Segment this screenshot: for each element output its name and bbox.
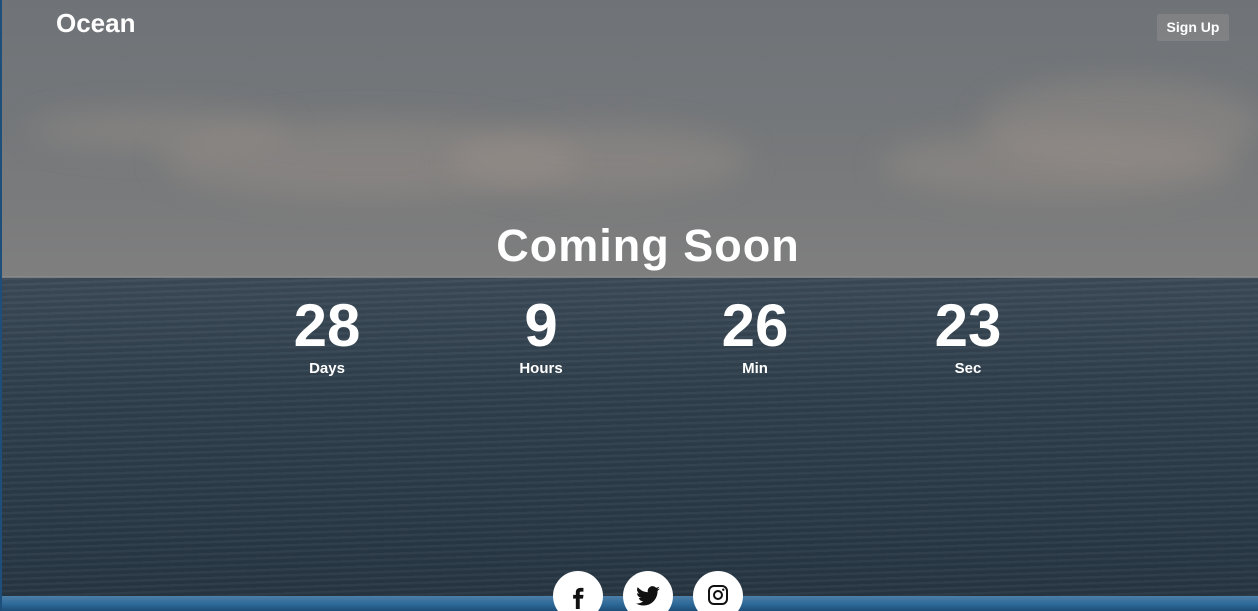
- countdown-minutes-value: 26: [721, 292, 789, 359]
- countdown-seconds-label: Sec: [954, 360, 982, 377]
- sign-up-button[interactable]: Sign Up: [1157, 14, 1229, 41]
- countdown-seconds: 23 Sec: [888, 292, 1048, 378]
- countdown-hours-value: 9: [524, 292, 558, 359]
- page-title: Coming Soon: [496, 220, 800, 271]
- countdown-seconds-value: 23: [934, 292, 1002, 359]
- page: Ocean Sign Up Coming Soon 28 Days 9 Hour…: [0, 0, 1258, 611]
- countdown-hours-label: Hours: [519, 360, 563, 377]
- instagram-icon: [708, 585, 728, 605]
- countdown-hours: 9 Hours: [461, 292, 621, 378]
- sea-background: [0, 278, 1258, 611]
- countdown-minutes-label: Min: [742, 360, 768, 377]
- countdown-days: 28 Days: [247, 292, 407, 378]
- brand-logo[interactable]: Ocean: [56, 6, 136, 40]
- countdown-days-value: 28: [293, 292, 361, 359]
- facebook-icon: [573, 587, 584, 609]
- cloud: [880, 130, 1240, 200]
- cloud: [450, 125, 750, 195]
- twitter-icon: [636, 586, 660, 606]
- countdown-days-label: Days: [309, 360, 345, 377]
- window-left-edge: [0, 0, 2, 611]
- countdown-minutes: 26 Min: [675, 292, 835, 378]
